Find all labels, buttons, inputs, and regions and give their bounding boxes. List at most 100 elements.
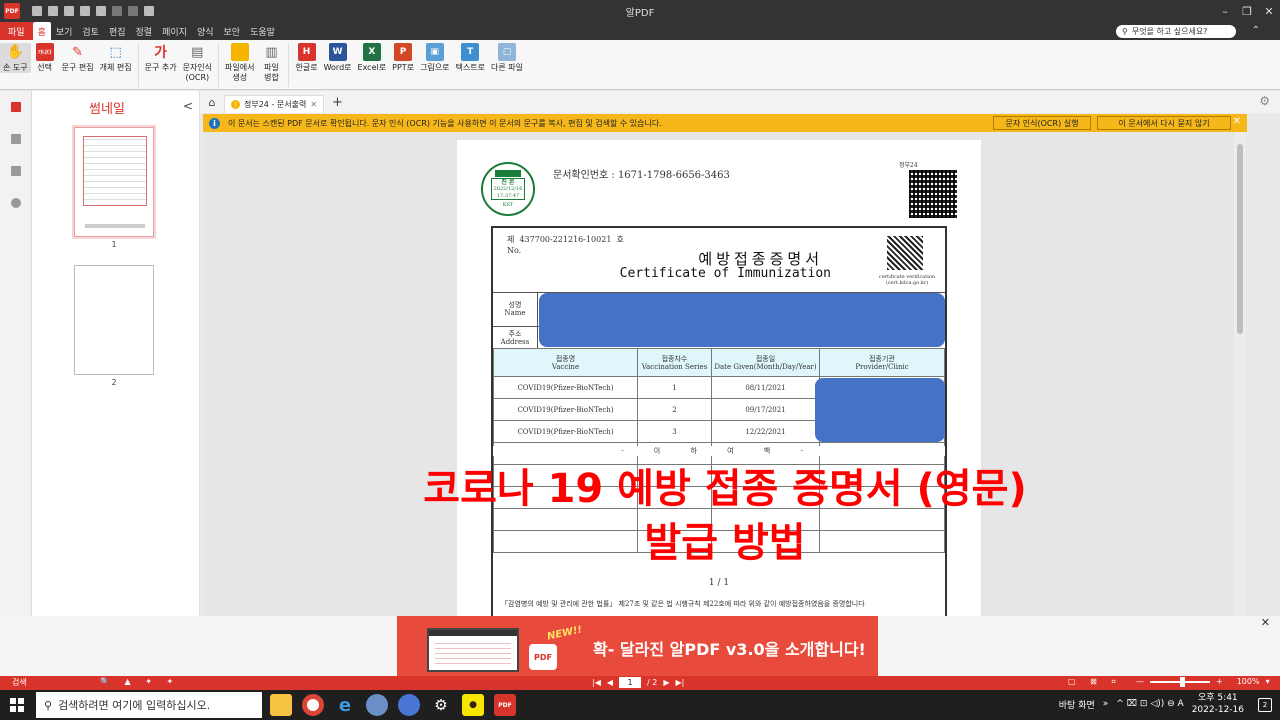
restore-button[interactable]: ❐ xyxy=(1236,0,1258,22)
kakaotalk-icon[interactable]: ● xyxy=(462,694,484,716)
tray-overflow-icon[interactable]: » xyxy=(1103,699,1109,709)
taskbar-search-placeholder: 검색하려면 여기에 입력하십시오. xyxy=(58,699,211,712)
menu-review[interactable]: 검토 xyxy=(77,22,104,40)
ocr-button[interactable]: ▤ 문자인식 (OCR) xyxy=(180,43,215,83)
next-page-icon[interactable]: ▶ xyxy=(663,678,669,687)
notification-icon[interactable]: 2 xyxy=(1258,698,1272,712)
convert-hwp-button[interactable]: H 한글로 xyxy=(292,43,320,73)
folder-icon xyxy=(230,43,249,61)
zoom-slider-knob[interactable] xyxy=(1180,676,1186,687)
folder-icon[interactable] xyxy=(32,6,42,16)
browser-icon[interactable] xyxy=(398,694,420,716)
gear-icon[interactable]: ⚙ xyxy=(1259,94,1270,108)
convert-text-button[interactable]: T 텍스트로 xyxy=(453,43,488,73)
close-banner-icon[interactable]: ✕ xyxy=(1261,616,1270,629)
collapse-panel-icon[interactable]: < xyxy=(183,99,193,113)
edge-icon[interactable]: e xyxy=(334,694,356,716)
menu-view[interactable]: 보기 xyxy=(51,22,78,40)
run-ocr-button[interactable]: 문자 인식(OCR) 실행 xyxy=(993,116,1091,130)
ribbon-separator xyxy=(288,43,290,87)
object-edit-button[interactable]: ⬚ 개체 편집 xyxy=(97,43,135,73)
undo-icon[interactable] xyxy=(112,6,122,16)
page-thumbnail-1[interactable] xyxy=(72,125,156,239)
help-search-input[interactable]: ⚲ 무엇을 하고 싶으세요? xyxy=(1116,25,1236,38)
menu-home[interactable]: 홈 xyxy=(32,22,51,40)
tray-icons[interactable]: ^ ⌧ ⊡ ◁)) ⊖ A xyxy=(1116,699,1183,709)
search-icon[interactable] xyxy=(0,187,32,219)
menu-page[interactable]: 페이지 xyxy=(157,22,192,40)
view-mode-icons[interactable]: ▢ ⊠ ⌗ xyxy=(1068,677,1122,687)
ribbon-collapse-icon[interactable]: ⌃ xyxy=(1252,25,1260,36)
zoom-dropdown-icon[interactable]: ▾ xyxy=(1266,677,1270,686)
save-as-icon[interactable] xyxy=(64,6,74,16)
current-page-input[interactable]: 1 xyxy=(619,677,642,688)
merge-files-button[interactable]: ▥ 파일 병합 xyxy=(257,43,285,83)
convert-other-button[interactable]: ▢ 다른 파일 xyxy=(488,43,526,73)
convert-word-button[interactable]: W Word로 xyxy=(321,43,355,73)
chrome-icon[interactable] xyxy=(302,694,324,716)
redo-icon[interactable] xyxy=(128,6,138,16)
search-icon: ⚲ xyxy=(44,698,53,712)
last-page-icon[interactable]: ▶| xyxy=(676,678,685,687)
document-tab[interactable]: ! 정부24 - 문서출력 ✕ xyxy=(224,95,325,113)
create-from-file-button[interactable]: 파일에서 생성 xyxy=(222,43,257,83)
menu-form[interactable]: 양식 xyxy=(192,22,219,40)
paint-icon[interactable] xyxy=(366,694,388,716)
print-icon[interactable] xyxy=(80,6,90,16)
menu-security[interactable]: 보안 xyxy=(219,22,246,40)
taskbar-search-input[interactable]: ⚲ 검색하려면 여기에 입력하십시오. xyxy=(36,692,262,718)
window-title: 알PDF xyxy=(625,7,655,19)
search-tools-icons[interactable]: 🔍 ▲ ✦ ✦ xyxy=(100,677,179,686)
text-edit-button[interactable]: ✎ 문구 편집 xyxy=(59,43,97,73)
settings-icon[interactable]: ⚙ xyxy=(430,694,452,716)
menu-file[interactable]: 파일 xyxy=(0,22,33,40)
scrollbar-thumb[interactable] xyxy=(1237,144,1243,334)
status-search-label[interactable]: 검색 xyxy=(12,677,27,688)
alpdf-taskbar-icon[interactable]: PDF xyxy=(494,694,516,716)
prev-page-icon[interactable]: ◀ xyxy=(607,678,613,687)
convert-excel-button[interactable]: X Excel로 xyxy=(355,43,390,73)
show-desktop-label[interactable]: 바탕 화면 xyxy=(1059,698,1095,711)
menu-arrange[interactable]: 정렬 xyxy=(131,22,158,40)
comment-icon[interactable] xyxy=(0,155,32,187)
close-tab-icon[interactable]: ✕ xyxy=(310,100,317,109)
hand-tool-button[interactable]: ✋ 손 도구 xyxy=(0,43,31,73)
customize-icon[interactable] xyxy=(144,6,154,16)
zoom-level[interactable]: 100% xyxy=(1237,677,1260,686)
first-page-icon[interactable]: |◀ xyxy=(592,678,601,687)
file-explorer-icon[interactable] xyxy=(270,694,292,716)
page-thumbnail-2[interactable] xyxy=(74,265,154,375)
banner-text: 확- 달라진 알PDF v3.0을 소개합니다! xyxy=(593,640,866,659)
ribbon: ✋ 손 도구 가나다 선택 ✎ 문구 편집 ⬚ 개체 편집 가 문구 추가 ▤ … xyxy=(0,40,1280,90)
merge-icon: ▥ xyxy=(265,44,278,60)
windows-start-icon[interactable] xyxy=(10,698,24,712)
print-preview-icon[interactable] xyxy=(96,6,106,16)
zoom-in-icon[interactable]: + xyxy=(1216,677,1223,686)
add-text-button[interactable]: 가 문구 추가 xyxy=(142,43,180,73)
bookmark-icon[interactable] xyxy=(0,123,32,155)
menu-help[interactable]: 도움말 xyxy=(245,22,280,40)
overlay-caption: 코로나 19 예방 접종 증명서 (영문) 발급 방법 xyxy=(423,466,1027,566)
windows-taskbar: ⚲ 검색하려면 여기에 입력하십시오. e ⚙ ● PDF 바탕 화면 » ^ … xyxy=(0,690,1280,720)
convert-image-button[interactable]: ▣ 그림으로 xyxy=(417,43,452,73)
promo-banner[interactable]: PDF NEW!! 확- 달라진 알PDF v3.0을 소개합니다! xyxy=(397,616,878,676)
save-icon[interactable] xyxy=(48,6,58,16)
convert-ppt-button[interactable]: P PPT로 xyxy=(389,43,417,73)
home-tab-icon[interactable]: ⌂ xyxy=(200,96,224,109)
minimize-button[interactable]: – xyxy=(1214,0,1236,22)
thumbnail-panel-icon[interactable] xyxy=(0,91,32,123)
app-logo[interactable]: PDF xyxy=(4,3,20,19)
total-pages: / 2 xyxy=(647,678,658,687)
close-notification-icon[interactable]: ✕ xyxy=(1233,116,1241,127)
zoom-control: — + 100% ▾ xyxy=(1136,676,1270,687)
clock[interactable]: 오후 5:41 2022-12-16 xyxy=(1192,692,1244,716)
select-button[interactable]: 가나다 선택 xyxy=(31,43,59,73)
zoom-out-icon[interactable]: — xyxy=(1136,677,1144,686)
zoom-slider[interactable] xyxy=(1150,676,1210,687)
dont-ask-again-button[interactable]: 이 문서에서 다시 묻지 않기 xyxy=(1097,116,1231,130)
close-button[interactable]: ✕ xyxy=(1258,0,1280,22)
info-icon: i xyxy=(209,117,220,129)
menu-edit[interactable]: 편집 xyxy=(104,22,131,40)
image-icon: ▣ xyxy=(425,43,444,61)
add-tab-icon[interactable]: + xyxy=(332,95,343,110)
